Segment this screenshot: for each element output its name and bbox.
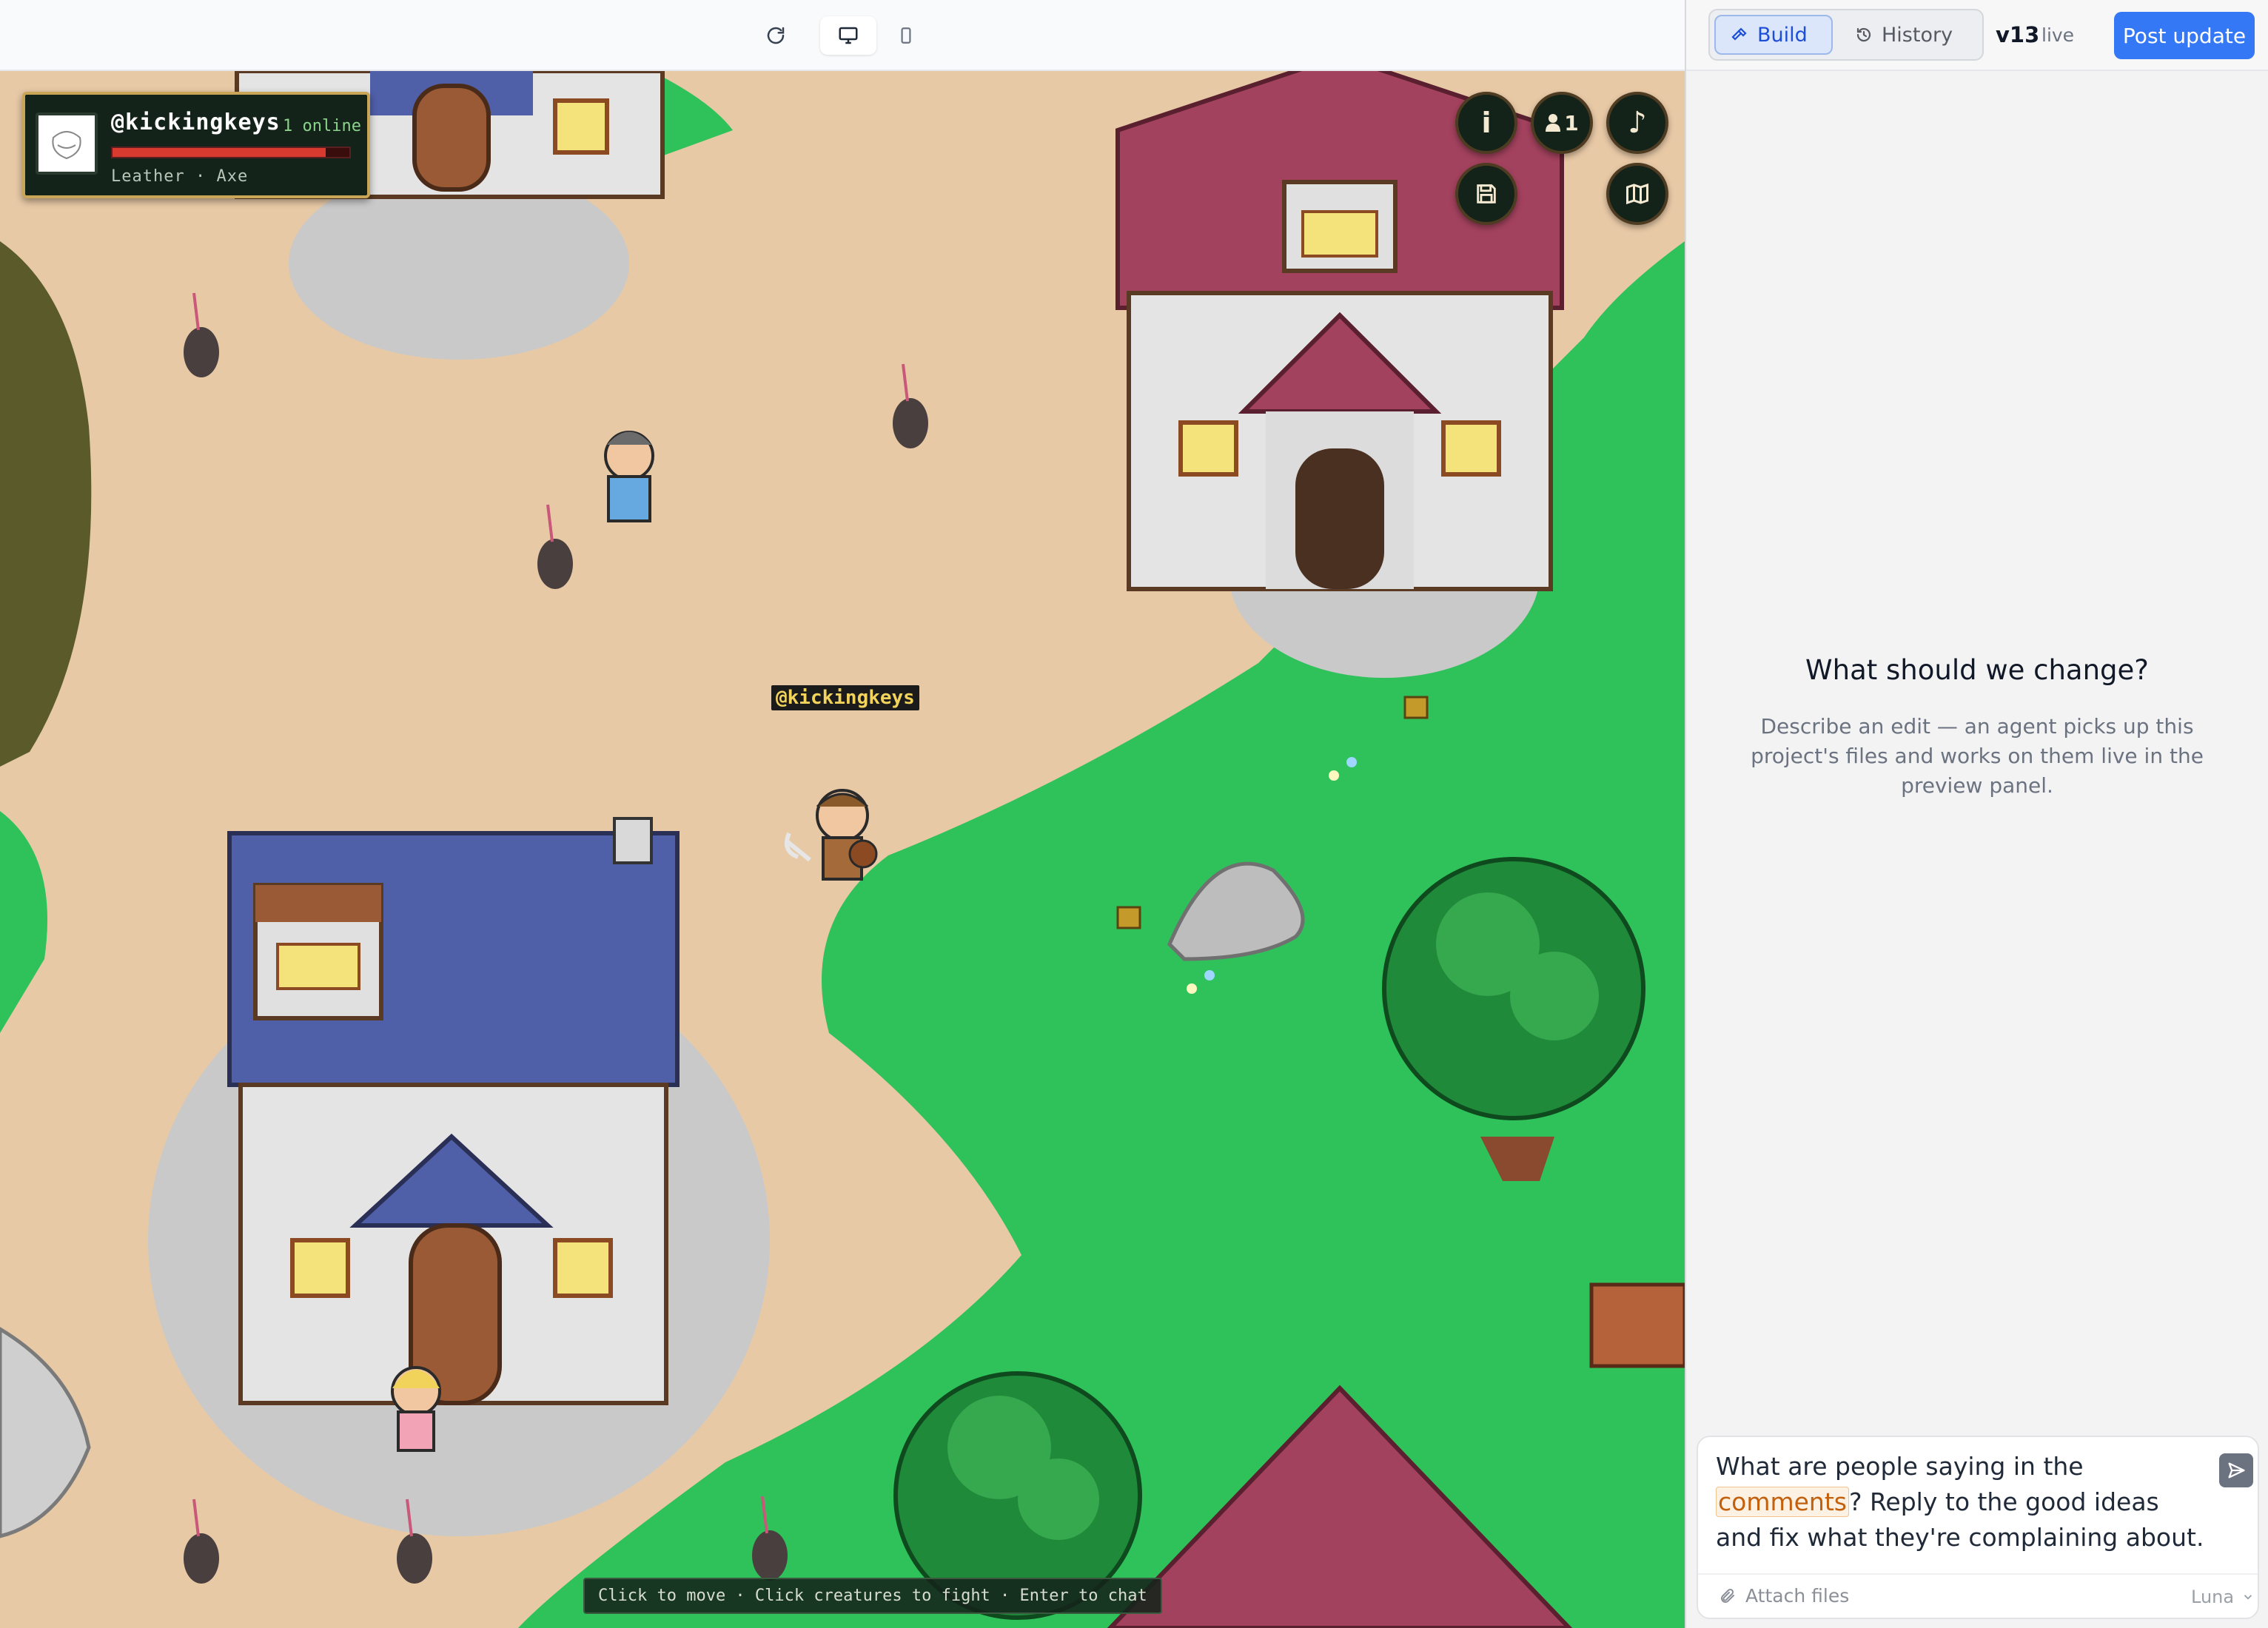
controls-hint: Click to move · Click creatures to fight… <box>583 1578 1162 1614</box>
save-button[interactable] <box>1455 163 1517 225</box>
send-icon <box>2228 1462 2245 1479</box>
version-label: v13 <box>1996 22 2040 47</box>
post-update-button[interactable]: Post update <box>2114 12 2255 59</box>
flower <box>1204 970 1215 980</box>
player-avatar <box>36 112 98 175</box>
flower <box>1187 983 1197 994</box>
history-icon <box>1856 27 1871 42</box>
model-label: Luna <box>2191 1587 2235 1607</box>
send-button[interactable] <box>2219 1453 2253 1487</box>
save-icon <box>1477 184 1496 204</box>
player-handle: @kickingkeys <box>111 110 281 135</box>
tab-build-label: Build <box>1757 23 1808 47</box>
refresh-button[interactable] <box>748 16 804 55</box>
mode-switch: Build History <box>1708 9 1984 61</box>
person-icon <box>1546 114 1561 132</box>
game-canvas[interactable]: @kickingkeys 1 online Leather · Axe i 1 … <box>0 71 1685 1628</box>
map-button[interactable] <box>1606 163 1668 225</box>
online-count: 1 online <box>283 117 361 135</box>
empty-state-title: What should we change? <box>1805 654 2149 686</box>
log-pile <box>1589 1282 1685 1368</box>
info-icon: i <box>1481 107 1492 139</box>
map-icon <box>1626 183 1648 205</box>
attach-files-label: Attach files <box>1745 1585 1850 1607</box>
loot-crate[interactable] <box>1116 906 1141 929</box>
chevron-down-icon <box>2244 1595 2252 1600</box>
preview-pane: @kickingkeys 1 online Leather · Axe i 1 … <box>0 0 1685 1628</box>
player-nametag: @kickingkeys <box>771 685 919 710</box>
tab-history[interactable]: History <box>1840 15 1978 55</box>
tab-history-label: History <box>1882 23 1953 47</box>
players-count: 1 <box>1564 110 1579 135</box>
version-status: live <box>2041 24 2075 46</box>
model-selector[interactable]: Luna <box>2191 1587 2255 1607</box>
composer-input[interactable]: What are people saying in the comments? … <box>1716 1449 2212 1555</box>
composer-text-start: What are people saying in the <box>1716 1452 2084 1481</box>
builder-panel: Build History v13 live Post update What … <box>1685 0 2268 1628</box>
comments-mention[interactable]: comments <box>1716 1487 1849 1517</box>
player-equipment: Leather · Axe <box>111 167 249 186</box>
game-world <box>0 71 1685 1628</box>
health-bar-fill <box>113 148 326 157</box>
info-button[interactable]: i <box>1455 92 1517 154</box>
players-button[interactable]: 1 <box>1531 92 1593 154</box>
app-root: @kickingkeys 1 online Leather · Axe i 1 … <box>0 0 2268 1628</box>
npc-villager[interactable] <box>604 431 654 522</box>
tab-build[interactable]: Build <box>1714 15 1833 55</box>
mobile-view-button[interactable] <box>878 16 934 55</box>
health-bar <box>111 147 351 158</box>
music-note-icon: ♪ <box>1628 106 1647 140</box>
empty-state-description: Describe an edit — an agent picks up thi… <box>1751 714 2204 798</box>
refresh-icon <box>767 27 785 44</box>
message-composer[interactable]: What are people saying in the comments? … <box>1697 1436 2259 1619</box>
monitor-icon <box>839 27 858 44</box>
panel-header: Build History v13 live Post update <box>1686 0 2268 71</box>
paperclip-icon <box>1721 1588 1734 1603</box>
house-blue-left <box>227 817 680 1405</box>
music-button[interactable]: ♪ <box>1606 92 1668 154</box>
composer-divider <box>1698 1573 2258 1575</box>
player-card[interactable]: @kickingkeys 1 online Leather · Axe <box>22 92 370 198</box>
npc-girl[interactable] <box>391 1366 441 1452</box>
avatar-sketch-icon <box>52 131 81 160</box>
preview-toolbar <box>0 0 1685 71</box>
desktop-view-button[interactable] <box>820 16 876 55</box>
hammer-icon <box>1731 27 1747 41</box>
flower <box>1329 770 1339 781</box>
flower <box>1346 757 1357 767</box>
phone-icon <box>901 27 911 44</box>
attach-files-button[interactable]: Attach files <box>1719 1585 1849 1607</box>
loot-crate[interactable] <box>1403 696 1429 719</box>
